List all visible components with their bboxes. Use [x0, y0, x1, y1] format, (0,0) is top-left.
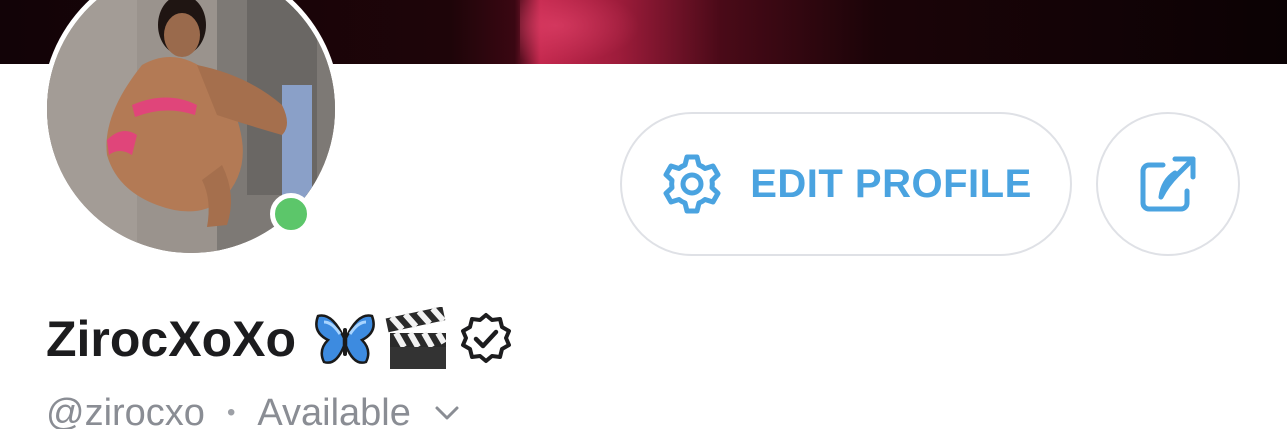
username-handle: @zirocxo: [46, 391, 205, 429]
handle-row: @zirocxo • Available: [46, 388, 461, 429]
share-button[interactable]: [1096, 112, 1240, 256]
chevron-down-icon[interactable]: [433, 404, 461, 422]
clapper-board-icon: [385, 307, 447, 369]
online-status-indicator: [270, 193, 312, 235]
availability-status[interactable]: Available: [257, 392, 411, 429]
edit-profile-label: EDIT PROFILE: [750, 161, 1032, 206]
display-name: ZirocXoXo: [46, 311, 297, 367]
separator-dot: •: [226, 399, 236, 426]
share-icon: [1140, 156, 1196, 212]
verified-badge-icon: [461, 313, 512, 363]
name-row: ZirocXoXo: [46, 302, 514, 376]
edit-profile-button[interactable]: EDIT PROFILE: [620, 112, 1072, 256]
banner-highlight: [520, 0, 640, 64]
butterfly-icon: [315, 314, 375, 364]
profile-header: EDIT PROFILE ZirocXoXo @zirocxo • Availa…: [0, 0, 1287, 429]
gear-icon: [663, 154, 721, 214]
